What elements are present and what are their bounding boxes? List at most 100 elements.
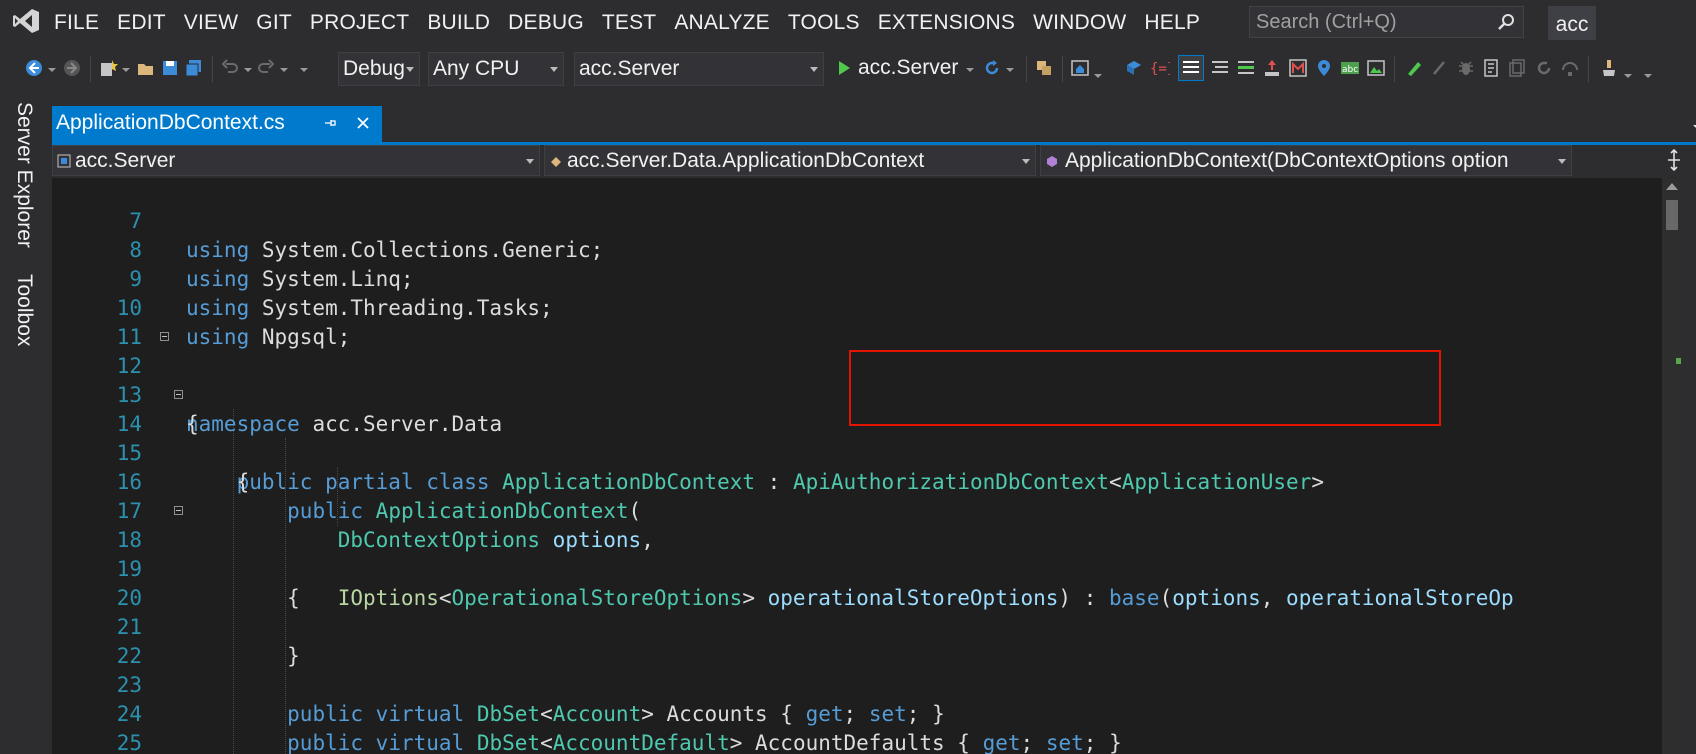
chevron-down-icon xyxy=(526,159,534,164)
code-snippet-icon[interactable]: {=} xyxy=(1150,58,1170,78)
toolbox-tab[interactable]: Toolbox xyxy=(12,274,36,346)
side-tool-panel: Server Explorer Toolbox xyxy=(0,92,45,754)
code-line: 22 xyxy=(52,613,1662,668)
new-dropdown-caret[interactable] xyxy=(122,68,130,72)
step-into-icon[interactable] xyxy=(1430,58,1450,78)
standard-toolbar: Debug Any CPU acc.Server acc.Server {= a… xyxy=(0,46,1696,92)
copy-icon[interactable] xyxy=(1508,58,1528,78)
overflow-caret[interactable] xyxy=(300,68,308,72)
markdown-icon[interactable] xyxy=(1288,58,1308,78)
code-line: 16 public ApplicationDbContext( xyxy=(52,439,1662,523)
member-dropdown[interactable]: ApplicationDbContext(DbContextOptions op… xyxy=(1040,145,1572,176)
class-view-icon[interactable] xyxy=(1124,58,1144,78)
configuration-dropdown[interactable]: Debug xyxy=(338,52,420,86)
back-dropdown-caret[interactable] xyxy=(48,68,56,72)
search-icon xyxy=(1498,14,1514,30)
close-icon[interactable] xyxy=(355,115,371,131)
search-placeholder: Search (Ctrl+Q) xyxy=(1256,11,1397,33)
live-share-icon[interactable] xyxy=(1404,58,1424,78)
vertical-scrollbar[interactable] xyxy=(1662,178,1682,754)
publish-icon[interactable] xyxy=(1262,58,1282,78)
map-pin-icon[interactable] xyxy=(1314,58,1334,78)
visual-studio-logo-icon[interactable] xyxy=(12,8,40,34)
menu-window[interactable]: WINDOW xyxy=(1033,11,1138,35)
redo-dropdown-caret[interactable] xyxy=(280,68,288,72)
menu-view[interactable]: VIEW xyxy=(184,11,250,35)
redo-icon[interactable] xyxy=(256,58,276,78)
code-editor[interactable]: 7 using System.Collections.Generic; 8 us… xyxy=(52,178,1662,754)
pin-icon[interactable] xyxy=(322,115,338,131)
menu-analyze[interactable]: ANALYZE xyxy=(674,11,782,35)
step-over-icon[interactable] xyxy=(1560,58,1580,78)
menu-debug[interactable]: DEBUG xyxy=(508,11,596,35)
notes-icon[interactable] xyxy=(1482,58,1502,78)
format-document-icon[interactable] xyxy=(1210,58,1230,78)
hot-reload-icon[interactable] xyxy=(982,58,1002,78)
navigate-forward-icon[interactable] xyxy=(62,58,82,78)
comment-toggle-icon[interactable] xyxy=(1178,55,1204,81)
chevron-down-icon[interactable] xyxy=(1692,122,1696,132)
menu-help[interactable]: HELP xyxy=(1144,11,1212,35)
scroll-up-arrow-icon[interactable] xyxy=(1666,183,1678,190)
start-debugging-button[interactable]: acc.Server xyxy=(858,56,958,80)
start-debugging-icon[interactable] xyxy=(834,58,854,78)
type-dropdown[interactable]: acc.Server.Data.ApplicationDbContext xyxy=(544,145,1036,176)
new-project-icon[interactable] xyxy=(98,58,118,78)
project-dropdown[interactable]: acc.Server xyxy=(52,145,540,176)
image-icon[interactable] xyxy=(1366,58,1386,78)
search-input[interactable]: Search (Ctrl+Q) xyxy=(1249,6,1524,38)
member-value: ApplicationDbContext(DbContextOptions op… xyxy=(1065,149,1509,172)
code-line: 24 public virtual DbSet<AccountDefault> … xyxy=(52,671,1662,754)
solution-name-badge[interactable]: acc xyxy=(1548,6,1596,40)
spell-check-icon[interactable]: abc xyxy=(1340,58,1360,78)
menu-test[interactable]: TEST xyxy=(602,11,668,35)
menu-build[interactable]: BUILD xyxy=(427,11,502,35)
code-line: 20 xyxy=(52,555,1662,610)
tab-application-db-context[interactable]: ApplicationDbContext.cs xyxy=(52,106,382,142)
clean-dropdown-caret[interactable] xyxy=(1624,74,1632,78)
startup-project-dropdown[interactable]: acc.Server xyxy=(574,52,824,86)
open-file-icon[interactable] xyxy=(136,58,156,78)
menu-git[interactable]: GIT xyxy=(256,11,304,35)
server-explorer-tab[interactable]: Server Explorer xyxy=(12,102,36,248)
split-editor-icon[interactable] xyxy=(1664,149,1684,171)
document-tab-title: ApplicationDbContext.cs xyxy=(56,111,285,134)
menu-extensions[interactable]: EXTENSIONS xyxy=(878,11,1027,35)
menu-project[interactable]: PROJECT xyxy=(310,11,421,35)
menu-edit[interactable]: EDIT xyxy=(117,11,178,35)
bug-icon[interactable] xyxy=(1456,58,1476,78)
toolbar-overflow-caret[interactable] xyxy=(1644,74,1652,78)
highlight-annotation-box xyxy=(849,350,1441,426)
code-line: 18 IOptions<OperationalStoreOptions> ope… xyxy=(52,497,1662,610)
home-dropdown-caret[interactable] xyxy=(1094,74,1102,78)
collapse-region-icon[interactable] xyxy=(160,332,169,341)
collapse-region-icon[interactable] xyxy=(174,506,183,515)
clean-icon[interactable] xyxy=(1600,58,1620,78)
scrollbar-thumb[interactable] xyxy=(1666,200,1678,230)
code-line: 8 using System.Linq; xyxy=(52,207,1662,291)
code-line: 19 { xyxy=(52,526,1662,610)
collapse-region-icon[interactable] xyxy=(174,390,183,399)
navigate-back-icon[interactable] xyxy=(24,58,44,78)
restart-icon[interactable] xyxy=(1534,58,1554,78)
browser-link-icon[interactable] xyxy=(1034,58,1054,78)
chevron-down-icon xyxy=(406,67,414,72)
code-line: 23 public virtual DbSet<Account> Account… xyxy=(52,642,1662,726)
undo-icon[interactable] xyxy=(220,58,240,78)
home-icon[interactable] xyxy=(1070,58,1090,78)
chevron-down-icon xyxy=(810,67,818,72)
toolbar-separator xyxy=(1062,56,1063,82)
menu-file[interactable]: FILE xyxy=(54,11,111,35)
save-all-icon[interactable] xyxy=(184,58,204,78)
run-dropdown-caret[interactable] xyxy=(966,68,974,72)
code-line: 21 } xyxy=(52,584,1662,668)
menu-tools[interactable]: TOOLS xyxy=(788,11,872,35)
project-value: acc.Server xyxy=(75,149,176,172)
navigation-bar: acc.Server acc.Server.Data.ApplicationDb… xyxy=(52,145,1696,177)
configuration-value: Debug xyxy=(343,57,405,80)
format-selection-icon[interactable] xyxy=(1236,58,1256,78)
platform-dropdown[interactable]: Any CPU xyxy=(428,52,564,86)
undo-dropdown-caret[interactable] xyxy=(244,68,252,72)
save-icon[interactable] xyxy=(160,58,180,78)
hot-reload-dropdown-caret[interactable] xyxy=(1006,68,1014,72)
